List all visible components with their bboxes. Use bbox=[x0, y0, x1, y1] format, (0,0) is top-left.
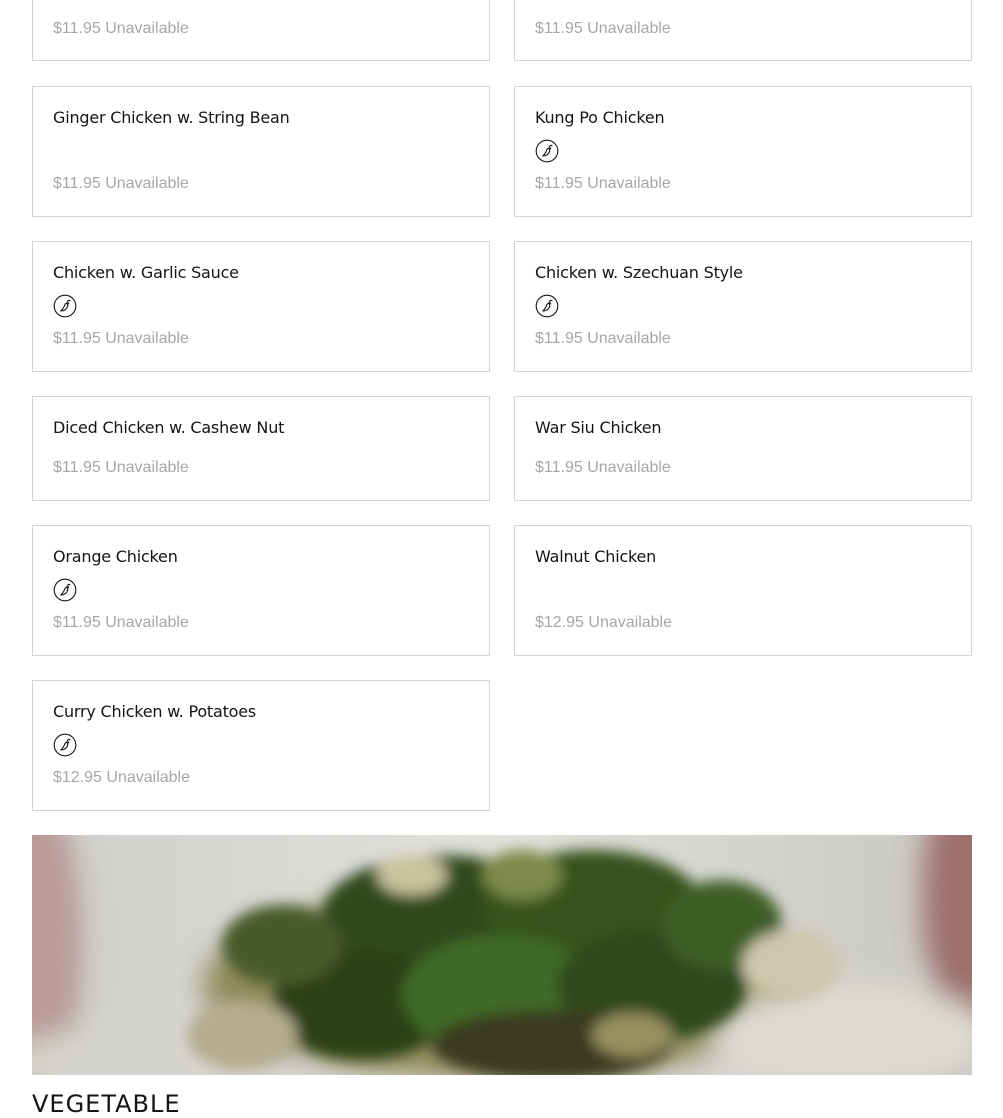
menu-item-card[interactable]: $11.95 Unavailable bbox=[32, 0, 490, 61]
item-price-status: $11.95 Unavailable bbox=[53, 20, 189, 37]
item-price-status: $11.95 Unavailable bbox=[53, 330, 189, 347]
menu-item-card[interactable]: $11.95 Unavailable bbox=[514, 0, 972, 61]
menu-item-card[interactable]: Ginger Chicken w. String Bean $11.95 Una… bbox=[32, 86, 490, 217]
item-price-status: $11.95 Unavailable bbox=[53, 459, 189, 476]
chili-pepper-icon bbox=[535, 139, 559, 163]
item-price-status: $11.95 Unavailable bbox=[535, 20, 671, 37]
menu-item-card[interactable]: Chicken w. Szechuan Style $11.95 Unavail… bbox=[514, 241, 972, 372]
item-name: Walnut Chicken bbox=[535, 547, 657, 566]
item-name: Chicken w. Szechuan Style bbox=[535, 263, 743, 282]
section-heading: VEGETABLE bbox=[32, 1090, 181, 1118]
chili-pepper-icon bbox=[53, 578, 77, 602]
menu-item-card[interactable]: Orange Chicken $11.95 Unavailable bbox=[32, 525, 490, 656]
menu-item-card[interactable]: Kung Po Chicken $11.95 Unavailable bbox=[514, 86, 972, 217]
item-name: Kung Po Chicken bbox=[535, 108, 665, 127]
item-name: War Siu Chicken bbox=[535, 418, 662, 437]
chili-pepper-icon bbox=[53, 733, 77, 757]
menu-item-card[interactable]: War Siu Chicken $11.95 Unavailable bbox=[514, 396, 972, 501]
item-price-status: $11.95 Unavailable bbox=[535, 459, 671, 476]
item-price-status: $11.95 Unavailable bbox=[53, 614, 189, 631]
vegetable-section-photo bbox=[32, 835, 972, 1075]
menu-item-card[interactable]: Chicken w. Garlic Sauce $11.95 Unavailab… bbox=[32, 241, 490, 372]
item-name: Diced Chicken w. Cashew Nut bbox=[53, 418, 285, 437]
menu-item-card[interactable]: Diced Chicken w. Cashew Nut $11.95 Unava… bbox=[32, 396, 490, 501]
item-price-status: $11.95 Unavailable bbox=[535, 175, 671, 192]
item-name: Ginger Chicken w. String Bean bbox=[53, 108, 290, 127]
item-name: Curry Chicken w. Potatoes bbox=[53, 702, 257, 721]
item-name: Chicken w. Garlic Sauce bbox=[53, 263, 239, 282]
chili-pepper-icon bbox=[53, 294, 77, 318]
item-price-status: $12.95 Unavailable bbox=[535, 614, 672, 631]
item-price-status: $11.95 Unavailable bbox=[53, 175, 189, 192]
chili-pepper-icon bbox=[535, 294, 559, 318]
item-price-status: $12.95 Unavailable bbox=[53, 769, 190, 786]
menu-item-card[interactable]: Walnut Chicken $12.95 Unavailable bbox=[514, 525, 972, 656]
item-name: Orange Chicken bbox=[53, 547, 178, 566]
menu-item-card[interactable]: Curry Chicken w. Potatoes $12.95 Unavail… bbox=[32, 680, 490, 811]
item-price-status: $11.95 Unavailable bbox=[535, 330, 671, 347]
